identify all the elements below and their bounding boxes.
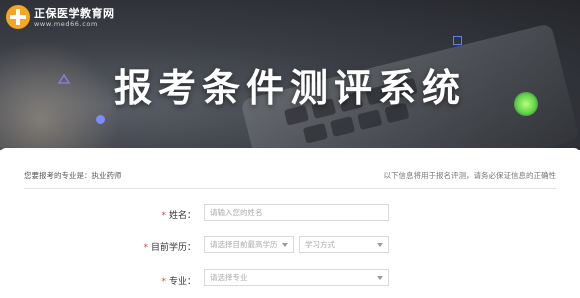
chevron-down-icon: [377, 276, 383, 280]
required-mark: *: [161, 211, 166, 221]
major-select[interactable]: 请选择专业: [204, 269, 389, 286]
triangle-decoration-icon: [58, 74, 70, 84]
hero-banner: 正保医学教育网 www.med66.com 报考条件测评系统: [0, 0, 580, 150]
square-decoration-icon: [453, 36, 462, 45]
divider: [24, 188, 556, 189]
major-label: 您要报考的专业是：执业药师: [24, 171, 122, 180]
chevron-down-icon: [377, 243, 383, 247]
logo-name[interactable]: 正保医学教育网: [34, 5, 115, 21]
glow-dot-decoration-icon: [514, 92, 538, 116]
major-field-label-text: 专业：: [168, 277, 196, 287]
page-title: 报考条件测评系统: [113, 66, 466, 110]
form-panel: 您要报考的专业是：执业药师 以下信息将用于报名评测，请务必保证信息的正确性 * 姓…: [0, 148, 580, 298]
chevron-down-icon: [282, 243, 288, 247]
dot-decoration-icon: [96, 115, 105, 124]
info-note: 以下信息将用于报名评测，请务必保证信息的正确性: [383, 171, 557, 180]
keyboard-key: [357, 109, 383, 131]
required-mark: *: [143, 243, 148, 253]
degree-select-placeholder: 请选择目前最高学历: [210, 240, 278, 249]
required-mark: *: [161, 277, 166, 287]
cross-logo-icon[interactable]: [6, 5, 30, 29]
major-select-placeholder: 请选择专业: [210, 273, 248, 282]
keyboard-key: [329, 116, 356, 137]
study-mode-select[interactable]: 学习方式: [299, 236, 389, 253]
name-input[interactable]: 请输入您的姓名: [204, 204, 389, 221]
logo-url: www.med66.com: [34, 20, 98, 28]
study-mode-select-placeholder: 学习方式: [305, 240, 335, 249]
degree-select[interactable]: 请选择目前最高学历: [204, 236, 294, 253]
education-label-text: 目前学历：: [150, 243, 196, 253]
name-label: * 姓名：: [116, 208, 196, 221]
education-label: * 目前学历：: [116, 240, 196, 253]
major-field-label: * 专业：: [116, 274, 196, 287]
keyboard-key: [302, 122, 329, 144]
name-label-text: 姓名：: [168, 211, 196, 221]
